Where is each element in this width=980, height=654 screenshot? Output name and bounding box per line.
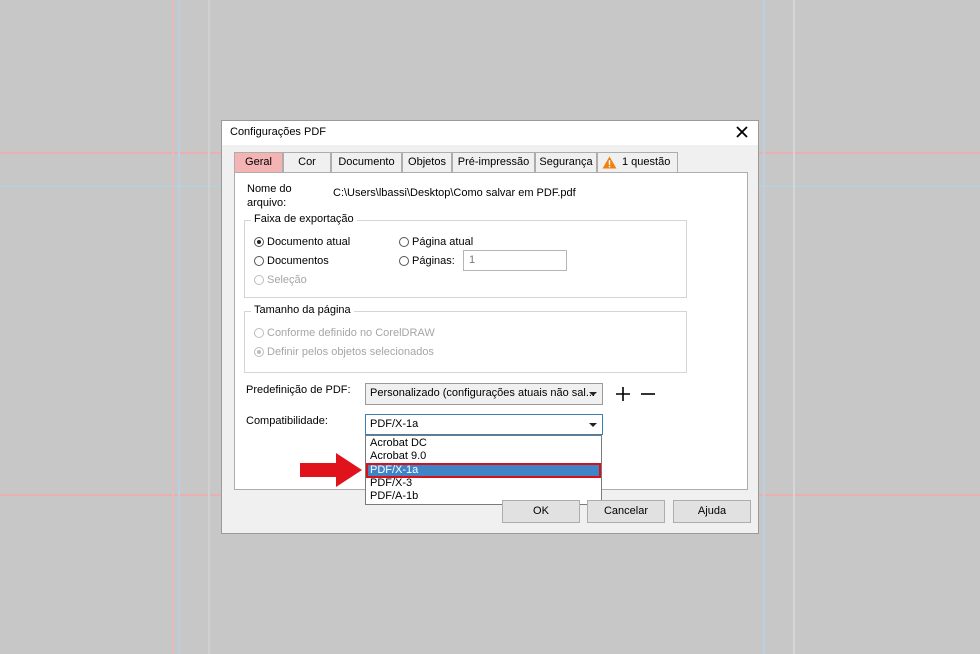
cancel-button[interactable]: Cancelar (587, 500, 665, 523)
radio-pages[interactable] (399, 256, 409, 266)
chevron-down-icon (589, 392, 597, 396)
tab-label: Pré-impressão (457, 156, 530, 168)
page-size-title: Tamanho da página (251, 304, 354, 316)
label-as-defined: Conforme definido no CorelDRAW (267, 327, 435, 339)
label-current-document: Documento atual (267, 236, 351, 248)
tab-objetos[interactable]: Objetos (402, 152, 452, 172)
export-range-title: Faixa de exportação (251, 213, 357, 225)
file-name-label-2: arquivo: (247, 197, 287, 209)
compat-dropdown[interactable]: PDF/X-1a (365, 414, 603, 435)
close-icon[interactable] (732, 122, 752, 142)
label-documents: Documentos (267, 255, 329, 267)
radio-selection[interactable] (254, 275, 264, 285)
tab-label: Geral (245, 156, 272, 168)
radio-current-page[interactable] (399, 237, 409, 247)
add-preset-icon[interactable] (615, 386, 631, 402)
tab-label: Segurança (539, 156, 593, 168)
dialog-titlebar: Configurações PDF (222, 121, 758, 145)
label-by-objects: Definir pelos objetos selecionados (267, 346, 434, 358)
bg-line (178, 0, 180, 654)
bg-line (763, 0, 765, 654)
tab-cor[interactable]: Cor (283, 152, 331, 172)
export-range-group: Faixa de exportação Documento atual Docu… (244, 213, 687, 298)
tab-seguranca[interactable]: Segurança (535, 152, 597, 172)
compat-value: PDF/X-1a (370, 418, 419, 430)
page-size-group: Tamanho da página Conforme definido no C… (244, 304, 687, 373)
tab-label: Cor (298, 156, 316, 168)
preset-value: Personalizado (configurações atuais não … (370, 387, 596, 399)
help-button[interactable]: Ajuda (673, 500, 751, 523)
radio-documents[interactable] (254, 256, 264, 266)
label-current-page: Página atual (412, 236, 474, 248)
pages-input[interactable]: 1 (463, 250, 567, 271)
compat-label: Compatibilidade: (246, 415, 328, 427)
cancel-label: Cancelar (603, 505, 649, 517)
warning-icon (602, 156, 617, 169)
tab-documento[interactable]: Documento (331, 152, 402, 172)
preset-label: Predefinição de PDF: (246, 384, 351, 396)
chevron-down-icon (589, 423, 597, 427)
bg-line (208, 0, 210, 654)
radio-by-objects[interactable] (254, 347, 264, 357)
ok-button[interactable]: OK (502, 500, 580, 523)
bg-line (172, 0, 174, 654)
option-acrobat-dc[interactable]: Acrobat DC (367, 437, 600, 450)
tab-pre-impressao[interactable]: Pré-impressão (452, 152, 535, 172)
preset-dropdown[interactable]: Personalizado (configurações atuais não … (365, 383, 603, 405)
label-pages: Páginas: (412, 255, 455, 267)
dialog-title: Configurações PDF (230, 126, 326, 138)
red-arrow-icon (300, 453, 362, 487)
radio-current-document[interactable] (254, 237, 264, 247)
file-path: C:\Users\lbassi\Desktop\Como salvar em P… (333, 187, 576, 199)
label-selection: Seleção (267, 274, 307, 286)
tab-issues[interactable]: 1 questão (597, 152, 678, 172)
compat-options-list: Acrobat DC Acrobat 9.0 PDF/X-1a PDF/X-3 … (365, 435, 602, 505)
radio-as-defined[interactable] (254, 328, 264, 338)
help-label: Ajuda (697, 505, 727, 517)
ok-label: OK (533, 505, 549, 517)
tab-label: Objetos (408, 156, 446, 168)
remove-preset-icon[interactable] (640, 386, 656, 402)
tab-geral[interactable]: Geral (234, 152, 283, 172)
file-name-label: Nome do (247, 183, 292, 195)
option-pdf-x-1a[interactable]: PDF/X-1a (366, 463, 601, 478)
bg-line (793, 0, 795, 654)
option-acrobat-9[interactable]: Acrobat 9.0 (367, 450, 600, 463)
option-pdf-x-3[interactable]: PDF/X-3 (367, 477, 600, 490)
tab-label: Documento (338, 156, 395, 168)
tab-label: 1 questão (622, 156, 671, 168)
